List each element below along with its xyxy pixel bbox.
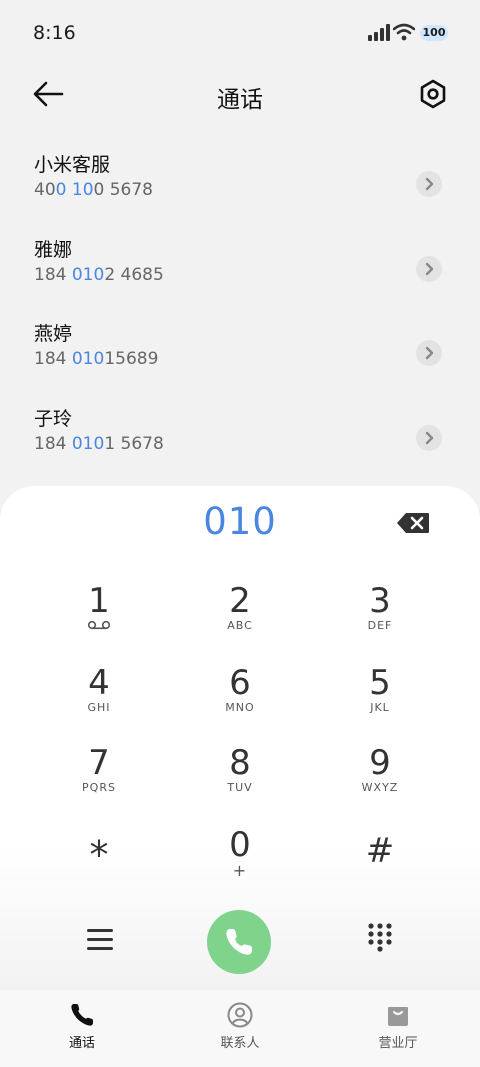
nav-tab-contacts[interactable]: 联系人 (180, 990, 300, 1067)
shopping-bag-icon (388, 1007, 408, 1026)
contact-name: 雅娜 (34, 239, 73, 261)
contact-row[interactable]: 小米客服 400 100 5678 (0, 144, 480, 228)
battery-indicator: 100 (420, 25, 448, 41)
chevron-right-icon[interactable] (416, 171, 442, 197)
keypad-icon[interactable] (367, 922, 393, 952)
chevron-right-icon[interactable] (416, 425, 442, 451)
key-7[interactable]: 7 PQRS (39, 744, 159, 814)
contact-row[interactable]: 雅娜 184 0102 4685 (0, 229, 480, 313)
contact-name: 子玲 (34, 408, 73, 430)
backspace-icon[interactable] (396, 512, 430, 534)
nav-tab-store[interactable]: 营业厅 (338, 990, 458, 1067)
contact-name: 小米客服 (34, 154, 111, 176)
key-star[interactable]: * (39, 832, 159, 902)
nav-label-contacts: 联系人 (220, 1036, 260, 1051)
page-title: 通话 (217, 87, 263, 113)
nav-label-store: 营业厅 (378, 1036, 418, 1051)
contact-row[interactable]: 燕婷 184 01015689 (0, 313, 480, 397)
signal-icon (368, 24, 390, 41)
phone-icon (226, 929, 252, 955)
call-button[interactable] (207, 910, 271, 974)
key-hash[interactable]: # (320, 832, 440, 902)
status-bar: 8:16 100 (0, 0, 480, 68)
key-2[interactable]: 2 ABC (180, 582, 300, 652)
voicemail-icon (87, 620, 111, 630)
key-0[interactable]: 0 + (180, 826, 300, 896)
key-8[interactable]: 8 TUV (180, 744, 300, 814)
nav-label-calls: 通话 (68, 1036, 95, 1051)
bottom-nav: 通话 联系人 营业厅 (0, 990, 480, 1067)
key-9[interactable]: 9 WXYZ (320, 744, 440, 814)
nav-tab-calls[interactable]: 通话 (22, 990, 142, 1067)
contact-number: 184 0101 5678 (34, 434, 164, 454)
key-6[interactable]: 5 JKL (320, 664, 440, 734)
chevron-right-icon[interactable] (416, 340, 442, 366)
key-5[interactable]: 6 MNO (180, 664, 300, 734)
chevron-right-icon[interactable] (416, 256, 442, 282)
contact-number: 184 0102 4685 (34, 265, 164, 285)
key-3[interactable]: 3 DEF (320, 582, 440, 652)
app-header: 通话 (0, 68, 480, 122)
dialpad-panel: 010 1 2 ABC 3 DEF 4 GHI 6 MNO 5 JKL 7 PQ… (0, 486, 480, 990)
key-1[interactable]: 1 (39, 582, 159, 652)
person-icon (227, 1002, 253, 1028)
phone-icon (71, 1004, 93, 1026)
contact-number: 184 01015689 (34, 349, 159, 369)
contact-row[interactable]: 子玲 184 0101 5678 (0, 398, 480, 482)
status-time: 8:16 (33, 22, 76, 44)
settings-hexagon-icon[interactable] (417, 78, 449, 110)
wifi-icon (393, 23, 415, 41)
menu-icon[interactable] (87, 929, 113, 951)
key-4[interactable]: 4 GHI (39, 664, 159, 734)
contact-name: 燕婷 (34, 323, 73, 345)
contact-number: 400 100 5678 (34, 180, 153, 200)
